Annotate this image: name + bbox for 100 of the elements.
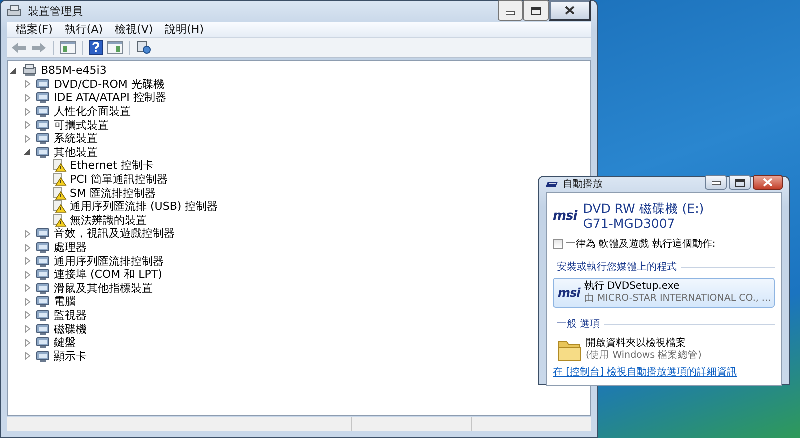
brand-logo-icon: [545, 180, 559, 188]
tree-item[interactable]: 鍵盤: [54, 336, 76, 350]
tree-item[interactable]: 監視器: [54, 308, 87, 322]
section-heading: 安裝或執行您媒體上的程式: [557, 260, 677, 274]
warning-device-icon: [53, 159, 67, 172]
warning-device-icon: [53, 173, 67, 186]
back-arrow-icon[interactable]: [11, 42, 27, 54]
device-icon: [36, 132, 51, 146]
volume-label: G71-MGD3007: [583, 216, 676, 231]
tree-item[interactable]: 通用序列匯流排 (USB) 控制器: [70, 200, 218, 214]
minimize-button[interactable]: [498, 0, 523, 20]
device-icon: [36, 350, 51, 363]
device-icon: [36, 308, 51, 322]
close-icon: [565, 6, 575, 14]
autoplay-option[interactable]: 開啟資料夾以檢視檔案 (使用 Windows 檔案總管): [553, 335, 775, 365]
expand-arrow-icon[interactable]: [24, 325, 32, 334]
expand-arrow-icon[interactable]: [24, 244, 32, 252]
option-subtitle: 由 MICRO-STAR INTERNATIONAL CO., ...: [584, 293, 771, 305]
menu-item[interactable]: 檔案(F): [11, 22, 58, 37]
device-icon: [36, 268, 51, 282]
window-title: 自動播放: [563, 178, 604, 191]
expand-arrow-icon[interactable]: [24, 134, 32, 143]
option-subtitle: (使用 Windows 檔案總管): [586, 350, 702, 362]
checkbox[interactable]: [553, 239, 563, 249]
expand-arrow-icon[interactable]: [24, 338, 32, 347]
close-button[interactable]: [549, 0, 591, 20]
maximize-button[interactable]: [729, 175, 751, 190]
expand-arrow-icon[interactable]: [24, 284, 32, 292]
scan-hardware-icon[interactable]: [136, 40, 152, 55]
brand-logo: msi: [553, 208, 578, 224]
device-icon: [36, 91, 51, 104]
section-heading: 一般 選項: [557, 318, 600, 331]
expand-arrow-icon[interactable]: [24, 94, 32, 102]
device-manager-icon: [7, 5, 23, 18]
computer-icon: [22, 64, 38, 78]
tree-item[interactable]: 無法辨識的裝置: [70, 214, 147, 227]
tree-item[interactable]: PCI 簡單通訊控制器: [70, 173, 168, 186]
option-title: 開啟資料夾以檢視檔案: [586, 338, 687, 350]
menu-item[interactable]: 說明(H): [160, 22, 209, 37]
forward-arrow-icon[interactable]: [31, 42, 47, 54]
device-icon: [36, 336, 51, 350]
tree-item[interactable]: 其他裝置: [54, 146, 98, 159]
checkbox-label: 一律為 軟體及遊戲 執行這個動作:: [566, 238, 716, 251]
tree-item[interactable]: 滑鼠及其他指標裝置: [54, 282, 153, 295]
device-icon: [36, 227, 51, 240]
device-icon: [36, 118, 51, 132]
maximize-icon: [531, 6, 541, 14]
menu-item[interactable]: 執行(A): [60, 22, 108, 37]
tree-item[interactable]: 通用序列匯流排控制器: [54, 254, 164, 268]
expand-arrow-icon[interactable]: [24, 352, 32, 360]
device-icon: [36, 295, 51, 308]
autoplay-option[interactable]: msi 執行 DVDSetup.exe 由 MICRO-STAR INTERNATIONAL CO., ...: [553, 278, 775, 308]
minimize-icon: [712, 180, 720, 184]
tree-item[interactable]: 可攜式裝置: [54, 118, 109, 132]
tree-item[interactable]: 處理器: [54, 241, 87, 254]
collapse-arrow-icon[interactable]: [10, 66, 18, 75]
device-name: DVD RW 磁碟機 (E:): [583, 201, 704, 216]
expand-arrow-icon[interactable]: [24, 311, 32, 320]
warning-device-icon: [53, 200, 67, 214]
brand-logo: msi: [558, 286, 580, 300]
close-button[interactable]: [753, 175, 783, 190]
warning-device-icon: [53, 214, 67, 227]
tree-item[interactable]: IDE ATA/ATAPI 控制器: [54, 91, 166, 104]
menu-item[interactable]: 檢視(V): [110, 22, 158, 37]
tree-item[interactable]: DVD/CD-ROM 光碟機: [54, 78, 164, 91]
help-icon[interactable]: [89, 40, 103, 55]
tree-item[interactable]: B85M-e45i3: [41, 64, 107, 78]
expand-arrow-icon[interactable]: [24, 257, 32, 266]
tree-item[interactable]: Ethernet 控制卡: [70, 159, 154, 172]
expand-arrow-icon[interactable]: [24, 80, 32, 88]
tree-item[interactable]: 連接埠 (COM 和 LPT): [54, 268, 162, 282]
minimize-icon: [506, 10, 515, 14]
close-icon: [763, 178, 773, 187]
device-icon: [36, 322, 51, 336]
maximize-button[interactable]: [523, 0, 549, 20]
warning-device-icon: [53, 186, 67, 200]
device-icon: [36, 105, 51, 118]
expand-arrow-icon[interactable]: [24, 298, 32, 306]
expand-arrow-icon[interactable]: [24, 121, 32, 130]
device-icon: [36, 78, 51, 91]
console-tree-icon[interactable]: [60, 41, 76, 54]
tree-item[interactable]: SM 匯流排控制器: [70, 186, 156, 200]
tree-item[interactable]: 系統裝置: [54, 132, 98, 146]
device-icon: [36, 282, 51, 295]
expand-arrow-icon[interactable]: [24, 108, 32, 116]
tree-item[interactable]: 磁碟機: [54, 322, 87, 336]
option-title: 執行 DVDSetup.exe: [584, 281, 681, 293]
tree-item[interactable]: 電腦: [54, 295, 76, 308]
window-title: 裝置管理員: [28, 4, 84, 19]
tree-item[interactable]: 音效，視訊及遊戲控制器: [54, 227, 175, 240]
device-icon: [36, 254, 51, 268]
tree-item[interactable]: 人性化介面裝置: [54, 105, 131, 118]
minimize-button[interactable]: [705, 175, 727, 190]
device-icon: [36, 241, 51, 254]
settings-link[interactable]: 在 [控制台] 檢視自動播放選項的詳細資訊: [553, 365, 775, 379]
expand-arrow-icon[interactable]: [24, 230, 32, 238]
device-icon: [36, 146, 51, 159]
collapse-arrow-icon[interactable]: [24, 148, 32, 156]
expand-arrow-icon[interactable]: [24, 270, 32, 279]
tree-item[interactable]: 顯示卡: [54, 350, 87, 363]
